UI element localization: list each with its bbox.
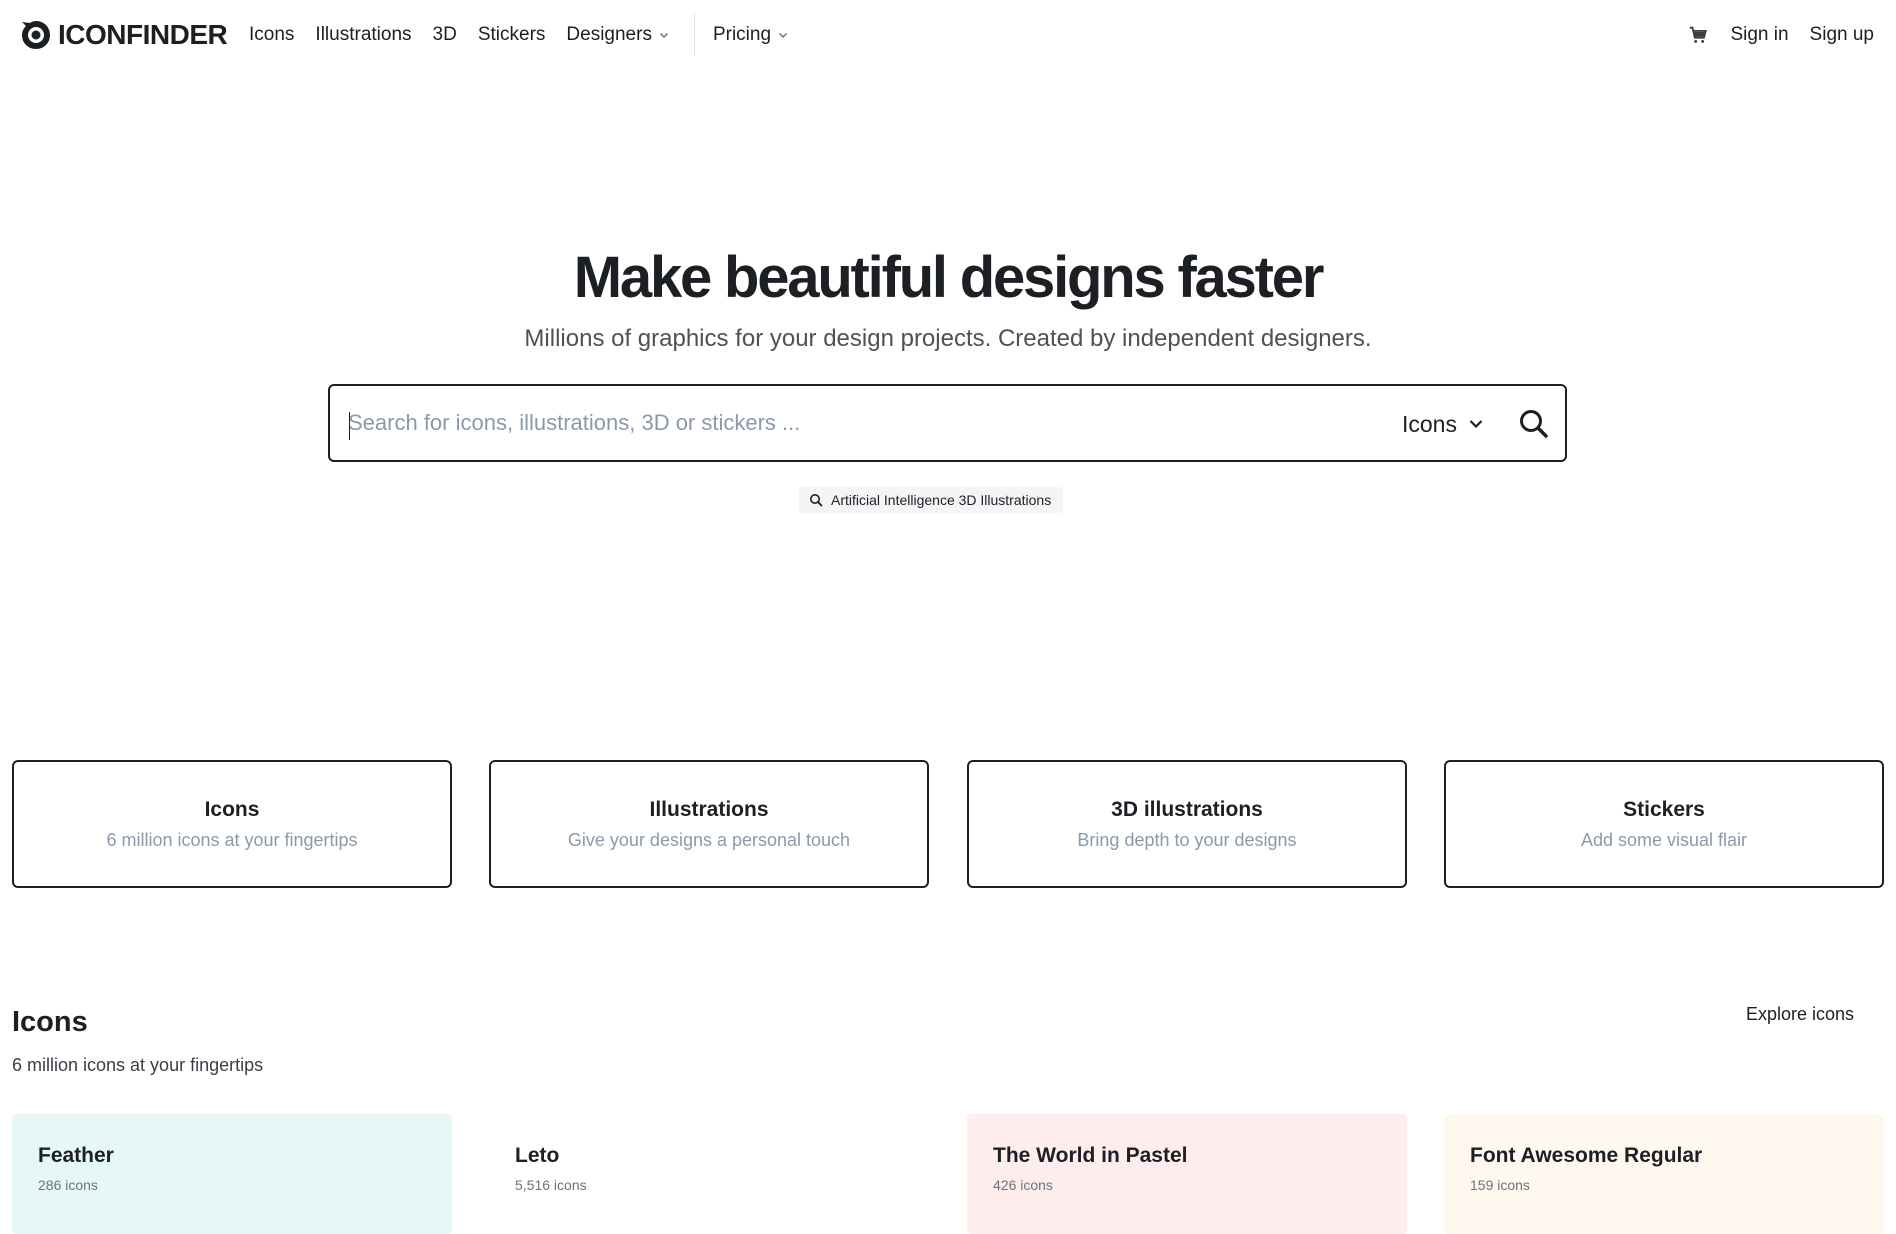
chevron-down-icon	[1469, 420, 1483, 429]
nav-link-stickers[interactable]: Stickers	[478, 24, 546, 46]
nav-link-pricing[interactable]: Pricing	[713, 24, 789, 46]
icon-set-title: Font Awesome Regular	[1470, 1144, 1703, 1167]
hero-title-highlight: beautiful designs	[723, 245, 1166, 310]
category-title: Illustrations	[649, 798, 769, 821]
primary-nav: Icons Illustrations 3D Stickers Designer…	[249, 14, 810, 56]
section-subtitle: 6 million icons at your fingertips	[12, 1055, 264, 1075]
search-bar: Icons	[328, 384, 1567, 462]
iconfinder-logo-icon	[22, 21, 50, 49]
icon-set-count: 159 icons	[1470, 1177, 1530, 1193]
category-subtitle: Add some visual flair	[1580, 830, 1748, 850]
explore-icons-link[interactable]: Explore icons	[1746, 1004, 1854, 1025]
search-input[interactable]	[348, 402, 1348, 444]
text-caret	[349, 412, 350, 440]
icon-set-count: 286 icons	[38, 1177, 98, 1193]
icon-set-card[interactable]: Font Awesome Regular 159 icons	[1444, 1114, 1884, 1234]
section-title: Icons	[12, 1006, 88, 1038]
icon-set-title: Feather	[38, 1144, 114, 1167]
search-icon	[810, 494, 823, 507]
icon-set-card[interactable]: The World in Pastel 426 icons	[967, 1114, 1407, 1234]
icon-set-card[interactable]: Feather 286 icons	[12, 1114, 452, 1234]
nav-link-pricing-label: Pricing	[712, 24, 772, 45]
nav-link-designers-label: Designers	[566, 24, 652, 45]
nav-link-illustrations[interactable]: Illustrations	[315, 24, 411, 46]
category-card-3d-illustrations[interactable]: 3D illustrations Bring depth to your des…	[967, 760, 1407, 888]
sign-in-link[interactable]: Sign in	[1730, 24, 1788, 46]
hero-title-pre: Make	[573, 245, 724, 310]
nav-link-designers[interactable]: Designers	[566, 24, 670, 46]
category-title: Stickers	[1623, 798, 1705, 821]
top-nav: ICONFINDER Icons Illustrations 3D Sticke…	[0, 0, 1896, 72]
search-suggestion-chip[interactable]: Artificial Intelligence 3D Illustrations	[799, 487, 1064, 513]
icon-set-card[interactable]: Leto 5,516 icons	[489, 1114, 929, 1234]
hero-title-highlight-wrap: beautiful designs	[722, 244, 1166, 311]
hero-title-post: faster	[1163, 245, 1324, 310]
icon-set-title: Leto	[515, 1144, 560, 1167]
nav-divider	[693, 14, 695, 56]
nav-link-icons[interactable]: Icons	[249, 24, 294, 46]
search-suggestion-label: Artificial Intelligence 3D Illustrations	[831, 492, 1052, 508]
category-card-illustrations[interactable]: Illustrations Give your designs a person…	[489, 760, 929, 888]
category-card-stickers[interactable]: Stickers Add some visual flair	[1444, 760, 1884, 888]
nav-link-3d[interactable]: 3D	[433, 24, 457, 46]
icon-set-title: The World in Pastel	[993, 1144, 1188, 1167]
cart-icon[interactable]	[1687, 24, 1709, 46]
asset-type-selected: Icons	[1402, 410, 1457, 437]
sign-up-link[interactable]: Sign up	[1810, 24, 1874, 46]
icon-set-count: 5,516 icons	[515, 1177, 587, 1193]
asset-type-select[interactable]: Icons	[1402, 408, 1485, 440]
category-subtitle: Give your designs a personal touch	[567, 830, 851, 850]
category-title: Icons	[204, 798, 260, 821]
account-nav: Sign in Sign up	[1687, 20, 1874, 50]
category-subtitle: Bring depth to your designs	[1077, 830, 1297, 850]
chevron-down-icon	[779, 32, 788, 39]
category-subtitle: 6 million icons at your fingertips	[106, 830, 358, 850]
search-icon[interactable]	[1514, 404, 1554, 444]
category-title: 3D illustrations	[1111, 798, 1263, 821]
brand-name: ICONFINDER	[58, 19, 228, 50]
hero-subtitle: Millions of graphics for your design pro…	[524, 325, 1372, 352]
chevron-down-icon	[659, 32, 668, 39]
logo[interactable]: ICONFINDER	[18, 16, 228, 54]
hero-title: Make beautiful designs faster	[0, 244, 1896, 311]
category-card-icons[interactable]: Icons 6 million icons at your fingertips	[12, 760, 452, 888]
icon-set-count: 426 icons	[993, 1177, 1053, 1193]
